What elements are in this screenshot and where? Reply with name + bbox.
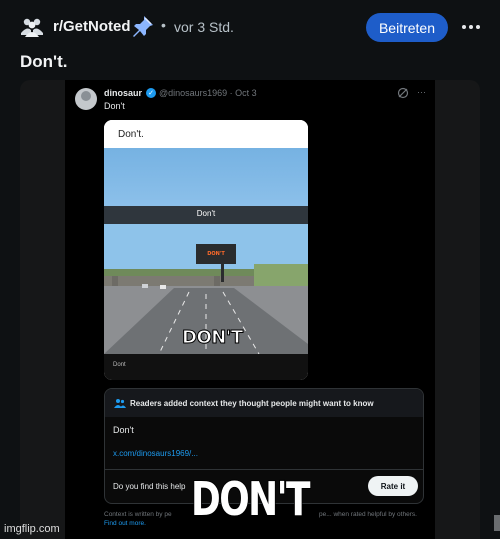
meme-caption: DON'T (190, 471, 311, 527)
find-out-more-link: Find out more. (104, 520, 146, 527)
verified-badge-icon: ✓ (146, 88, 156, 98)
image-band-text: Don't (196, 209, 216, 218)
tweet-author-name: dinosaur (104, 88, 143, 98)
image-top-text: Don't. (118, 129, 144, 140)
more-horizontal-icon[interactable] (460, 16, 482, 38)
scrollbar[interactable] (494, 515, 500, 531)
pin-icon (133, 16, 153, 37)
people-icon (114, 399, 126, 408)
image-bottom-bar (104, 354, 308, 380)
sign-text: DON'T (207, 251, 225, 257)
avatar (75, 88, 97, 110)
watermark: imgflip.com (4, 523, 60, 535)
tweet-image: Don't. Don't DON'T Dont DON'T (104, 120, 308, 380)
subreddit-people-icon[interactable] (20, 16, 44, 38)
note-footer-left: Context is written by pe (104, 511, 172, 518)
helpful-question: Do you find this help (113, 482, 186, 491)
post-title[interactable]: Don't. (20, 52, 67, 72)
post-time: vor 3 Std. (174, 19, 234, 35)
community-note-link: x.com/dinosaurs1969/... (113, 449, 198, 458)
image-sky (104, 148, 308, 206)
rate-it-button: Rate it (368, 476, 418, 496)
tweet-handle: @dinosaurs1969 · Oct 3 (159, 88, 257, 98)
post-image[interactable]: dinosaur ✓ @dinosaurs1969 · Oct 3 ··· Do… (20, 80, 480, 539)
post-header: r/GetNoted • vor 3 Std. Beitreten (0, 0, 500, 54)
community-note-heading: Readers added context they thought peopl… (130, 399, 374, 408)
grok-icon (397, 87, 409, 99)
image-caption: DON'T (182, 327, 244, 349)
image-bottom-text: Dont (113, 362, 126, 368)
subreddit-name[interactable]: r/GetNoted (53, 18, 131, 35)
community-note-body: Don't (113, 425, 134, 435)
note-footer-right: pe... when rated helpful by others. (319, 511, 417, 518)
divider (105, 469, 423, 470)
tweet-screenshot: dinosaur ✓ @dinosaurs1969 · Oct 3 ··· Do… (65, 80, 435, 539)
separator-dot: • (161, 17, 166, 33)
join-button[interactable]: Beitreten (366, 13, 448, 42)
tweet-text: Don't (104, 101, 125, 111)
tweet-more-icon: ··· (417, 87, 426, 97)
